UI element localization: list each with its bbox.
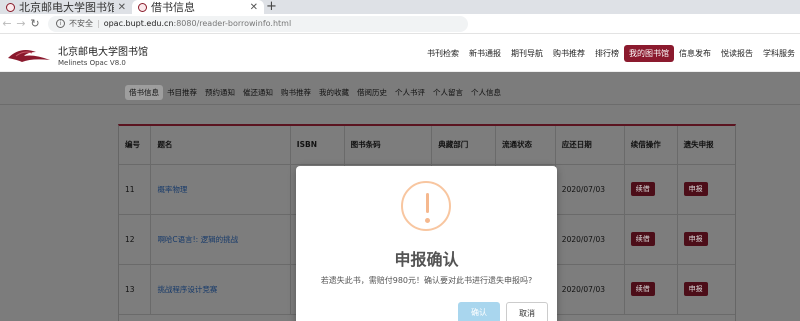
security-label: 不安全 <box>69 19 93 28</box>
browser-tab-library[interactable]: 北京邮电大学图书馆 ✕ <box>0 0 132 14</box>
site-favicon-icon <box>6 2 15 12</box>
nav-item-purchase[interactable]: 购书推荐 <box>548 45 590 62</box>
subnav-favorites[interactable]: 我的收藏 <box>315 85 353 100</box>
divider <box>0 104 800 105</box>
url-host: opac.bupt.edu.cn <box>103 19 174 28</box>
nav-item-announcements[interactable]: 信息发布 <box>674 45 716 62</box>
address-bar: ← → ↻ i 不安全 | opac.bupt.edu.cn:8080/read… <box>0 14 800 34</box>
subnav-history[interactable]: 借阅历史 <box>353 85 391 100</box>
row-no: 13 <box>119 264 152 315</box>
url-path: :8080/reader-borrowinfo.html <box>173 19 292 28</box>
col-isbn: ISBN <box>290 126 345 165</box>
subnav-overdue-notice[interactable]: 催还通知 <box>239 85 277 100</box>
site-name-cn: 北京邮电大学图书馆 <box>58 47 148 58</box>
row-due: 2020/07/03 <box>555 164 625 215</box>
url-separator: | <box>97 19 100 28</box>
report-loss-button[interactable]: 申报 <box>683 182 708 196</box>
col-renew: 续借操作 <box>624 126 678 165</box>
row-due: 2020/07/03 <box>555 264 625 315</box>
report-loss-button[interactable]: 申报 <box>683 232 708 246</box>
subnav-borrow-info[interactable]: 借书信息 <box>125 85 163 100</box>
close-icon[interactable]: ✕ <box>118 2 126 13</box>
row-report-cell: 申报 <box>677 164 735 215</box>
col-no: 编号 <box>119 126 152 165</box>
site-brand[interactable]: 北京邮电大学图书馆 Melinets Opac V8.0 <box>58 43 148 67</box>
nav-item-search[interactable]: 书刊检索 <box>422 45 464 62</box>
row-no: 11 <box>119 164 152 215</box>
subnav-reviews[interactable]: 个人书评 <box>391 85 429 100</box>
subnav-messages[interactable]: 个人留言 <box>429 85 467 100</box>
close-icon[interactable]: ✕ <box>250 2 258 13</box>
col-location: 典藏部门 <box>431 126 497 165</box>
dialog-message: 若遗失此书，需赔付980元！确认要对此书进行遗失申报吗? <box>320 276 533 285</box>
row-title-link[interactable]: 啊哈C语言!: 逻辑的挑战 <box>150 214 291 265</box>
warning-icon <box>401 181 451 231</box>
subnav-reservation[interactable]: 预约通知 <box>201 85 239 100</box>
site-name-en: Melinets Opac V8.0 <box>58 59 126 67</box>
renew-button[interactable]: 续借 <box>630 232 655 246</box>
nav-item-new-books[interactable]: 新书通报 <box>464 45 506 62</box>
row-renew-cell: 续借 <box>624 264 678 315</box>
table-header-row: 编号 题名 ISBN 图书条码 典藏部门 流通状态 应还日期 续借操作 遗失申报 <box>119 126 735 165</box>
renew-button[interactable]: 续借 <box>630 282 655 296</box>
sub-nav: 借书信息 书目推荐 预约通知 催还通知 购书推荐 我的收藏 借阅历史 个人书评 … <box>125 85 505 100</box>
col-status: 流通状态 <box>495 126 556 165</box>
reload-icon[interactable]: ↻ <box>28 17 42 30</box>
col-report: 遗失申报 <box>677 126 735 165</box>
col-barcode: 图书条码 <box>344 126 433 165</box>
browser-tabstrip: 北京邮电大学图书馆 ✕ 借书信息 ✕ + <box>0 0 800 14</box>
renew-button[interactable]: 续借 <box>630 182 655 196</box>
subnav-purchase[interactable]: 购书推荐 <box>277 85 315 100</box>
main-nav: 书刊检索 新书通报 期刊导航 购书推荐 排行榜 我的图书馆 信息发布 悦读报告 … <box>422 45 800 62</box>
nav-item-subject-service[interactable]: 学科服务 <box>758 45 800 62</box>
site-favicon-icon <box>138 2 147 12</box>
row-title-link[interactable]: 挑战程序设计竞赛 <box>150 264 291 315</box>
row-renew-cell: 续借 <box>624 214 678 265</box>
row-renew-cell: 续借 <box>624 164 678 215</box>
tab-title: 北京邮电大学图书馆 <box>19 1 114 14</box>
nav-item-journals[interactable]: 期刊导航 <box>506 45 548 62</box>
row-report-cell: 申报 <box>677 214 735 265</box>
cancel-button[interactable]: 取消 <box>506 302 548 321</box>
nav-item-reading-report[interactable]: 悦读报告 <box>716 45 758 62</box>
report-confirm-dialog: 申报确认 若遗失此书，需赔付980元！确认要对此书进行遗失申报吗? 确认 取消 <box>296 166 557 321</box>
row-title-link[interactable]: 概率物理 <box>150 164 291 215</box>
library-logo-icon <box>8 50 50 62</box>
browser-tab-borrowinfo[interactable]: 借书信息 ✕ <box>132 0 264 14</box>
nav-item-ranking[interactable]: 排行榜 <box>590 45 624 62</box>
col-due: 应还日期 <box>555 126 625 165</box>
forward-icon[interactable]: → <box>14 17 28 30</box>
subnav-recommend[interactable]: 书目推荐 <box>163 85 201 100</box>
report-loss-button[interactable]: 申报 <box>683 282 708 296</box>
row-due: 2020/07/03 <box>555 214 625 265</box>
site-header: 北京邮电大学图书馆 Melinets Opac V8.0 书刊检索 新书通报 期… <box>0 34 800 72</box>
new-tab-button[interactable]: + <box>266 0 277 14</box>
url-field[interactable]: i 不安全 | opac.bupt.edu.cn:8080/reader-bor… <box>48 15 468 32</box>
subnav-profile[interactable]: 个人信息 <box>467 85 505 100</box>
row-report-cell: 申报 <box>677 264 735 315</box>
info-icon[interactable]: i <box>56 19 65 28</box>
tab-title: 借书信息 <box>151 1 195 14</box>
confirm-button[interactable]: 确认 <box>458 302 500 321</box>
col-title: 题名 <box>150 126 291 165</box>
nav-item-my-library[interactable]: 我的图书馆 <box>624 45 674 62</box>
dialog-title: 申报确认 <box>394 250 459 269</box>
row-no: 12 <box>119 214 152 265</box>
back-icon[interactable]: ← <box>0 17 14 30</box>
